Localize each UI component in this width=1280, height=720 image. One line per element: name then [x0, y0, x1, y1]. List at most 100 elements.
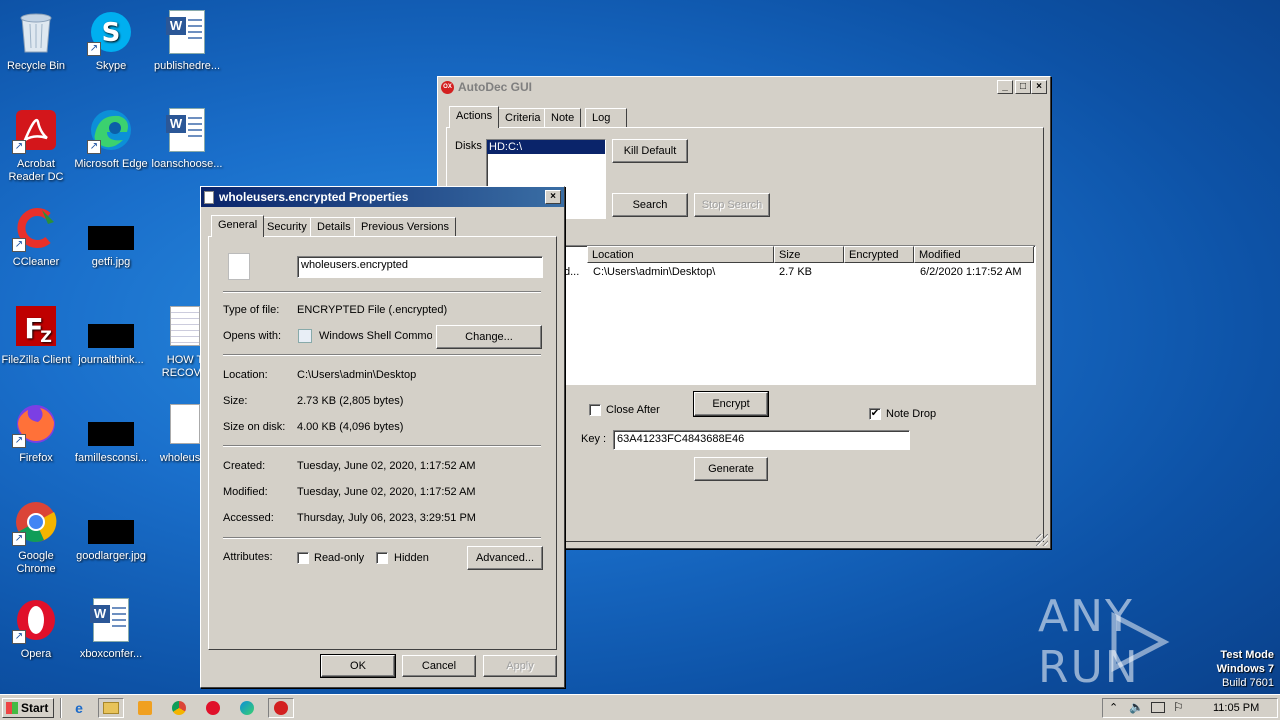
hidden-checkbox[interactable] [376, 552, 388, 564]
media-player-icon[interactable] [132, 698, 158, 718]
location-value: C:\Users\admin\Desktop [297, 369, 417, 381]
desktop-icon-goodlarger[interactable]: goodlarger.jpg [73, 498, 149, 563]
column-header-size[interactable]: Size [774, 246, 844, 263]
image-file-icon [87, 204, 135, 252]
test-mode-text: Test Mode Windows 7 Build 7601 [1217, 648, 1274, 690]
created-value: Tuesday, June 02, 2020, 1:17:52 AM [297, 460, 476, 472]
system-tray: ⌃ 🔈 ⚐ 11:05 PM [1102, 698, 1278, 718]
desktop-icon-famillesconsi[interactable]: famillesconsi... [73, 400, 149, 465]
desktop-icon-label: Microsoft Edge [74, 158, 148, 170]
separator [223, 354, 541, 356]
column-header-location[interactable]: Location [587, 246, 774, 263]
flag-icon[interactable]: ⚐ [1173, 700, 1184, 714]
tray-expand-icon[interactable]: ⌃ [1109, 701, 1118, 714]
tab-criteria[interactable]: Criteria [498, 108, 548, 128]
skype-icon: S ↗ [87, 8, 135, 56]
close-button[interactable]: × [1031, 80, 1047, 94]
start-button[interactable]: Start [2, 698, 54, 718]
tab-security[interactable]: Security [260, 217, 314, 237]
window-title: AutoDec GUI [458, 80, 533, 94]
desktop-icon-acrobat[interactable]: ↗ Acrobat Reader DC [0, 106, 74, 184]
ie-icon[interactable]: e [66, 698, 92, 718]
desktop-icon-loanschoose[interactable]: W loanschoose... [149, 106, 225, 171]
network-icon[interactable] [1151, 702, 1165, 713]
minimize-button[interactable]: _ [997, 80, 1013, 94]
explorer-icon[interactable] [98, 698, 124, 718]
maximize-button[interactable]: □ [1015, 80, 1031, 94]
note-drop-checkbox[interactable]: ✔ [869, 408, 881, 420]
disk-item[interactable]: HD:C:\ [487, 140, 605, 154]
desktop-icon-edge[interactable]: ↗ Microsoft Edge [73, 106, 149, 171]
tab-log[interactable]: Log [585, 108, 627, 128]
desktop-icon-xboxconfer[interactable]: W xboxconfer... [73, 596, 149, 661]
desktop-icon-chrome[interactable]: ↗ Google Chrome [0, 498, 74, 576]
desktop-icon-label: Recycle Bin [6, 60, 66, 72]
desktop-icon-opera[interactable]: ↗ Opera [0, 596, 74, 661]
desktop-icon-getfi[interactable]: getfi.jpg [73, 204, 149, 269]
close-after-checkbox[interactable] [589, 404, 601, 416]
properties-dialog[interactable]: wholeusers.encrypted Properties × Genera… [200, 186, 565, 688]
volume-icon[interactable]: 🔈 [1129, 700, 1144, 714]
chrome-taskbar-icon[interactable] [166, 698, 192, 718]
resize-grip-icon[interactable] [1036, 534, 1048, 546]
desktop-icon-filezilla[interactable]: FZ FileZilla Client [0, 302, 74, 367]
column-header-encrypted[interactable]: Encrypted [844, 246, 914, 263]
app-icon: OX [441, 80, 454, 94]
ccleaner-icon: ↗ [12, 204, 60, 252]
type-value: ENCRYPTED File (.encrypted) [297, 304, 448, 316]
filezilla-icon: FZ [12, 302, 60, 350]
accessed-label: Accessed: [223, 512, 274, 524]
desktop-icon-label: Acrobat Reader DC [8, 158, 64, 183]
size-on-disk-label: Size on disk: [223, 421, 286, 433]
taskbar-divider [60, 698, 62, 718]
desktop-icon-recycle-bin[interactable]: Recycle Bin [0, 8, 74, 73]
change-button[interactable]: Change... [436, 325, 542, 349]
kill-default-button[interactable]: Kill Default [612, 139, 688, 163]
test-mode-line: Windows 7 [1216, 663, 1274, 675]
shortcut-arrow-icon: ↗ [12, 140, 26, 154]
apply-button[interactable]: Apply [483, 655, 557, 677]
desktop-icon-firefox[interactable]: ↗ Firefox [0, 400, 74, 465]
readonly-checkbox[interactable] [297, 552, 309, 564]
tab-actions[interactable]: Actions [449, 106, 500, 128]
desktop-icon-label: goodlarger.jpg [76, 550, 146, 562]
shortcut-arrow-icon: ↗ [12, 238, 26, 252]
taskbar: Start e ⌃ 🔈 ⚐ 11:05 PM [0, 694, 1280, 720]
stop-search-button[interactable]: Stop Search [694, 193, 770, 217]
cancel-button[interactable]: Cancel [402, 655, 476, 677]
general-panel [208, 236, 557, 650]
clock[interactable]: 11:05 PM [1213, 702, 1259, 714]
desktop-icon-label: famillesconsi... [74, 452, 148, 464]
column-header-modified[interactable]: Modified [914, 246, 1034, 263]
tab-details[interactable]: Details [310, 217, 358, 237]
close-button[interactable]: × [545, 190, 561, 204]
encrypt-button[interactable]: Encrypt [693, 391, 769, 417]
desktop-icon-publishedre[interactable]: W publishedre... [149, 8, 225, 73]
tab-previous-versions[interactable]: Previous Versions [354, 217, 457, 237]
properties-titlebar[interactable]: wholeusers.encrypted Properties × [201, 187, 564, 207]
separator [223, 291, 541, 293]
size-value: 2.73 KB (2,805 bytes) [297, 395, 404, 407]
desktop-icon-skype[interactable]: S ↗ Skype [73, 8, 149, 73]
close-after-label: Close After [606, 404, 660, 416]
filename-input[interactable]: wholeusers.encrypted [297, 256, 543, 278]
word-document-icon: W [163, 106, 211, 154]
search-button[interactable]: Search [612, 193, 688, 217]
desktop-icon-label: FileZilla Client [1, 354, 71, 366]
ok-button[interactable]: OK [320, 654, 396, 678]
key-label: Key : [581, 433, 607, 445]
accessed-value: Thursday, July 06, 2023, 3:29:51 PM [297, 512, 476, 524]
autodec-taskbar-icon[interactable] [268, 698, 294, 718]
desktop-icon-label: Firefox [19, 452, 53, 464]
generate-button[interactable]: Generate [694, 457, 768, 481]
tab-general[interactable]: General [211, 215, 265, 237]
edge-taskbar-icon[interactable] [234, 698, 260, 718]
desktop-icon-ccleaner[interactable]: ↗ CCleaner [0, 204, 74, 269]
opera-taskbar-icon[interactable] [200, 698, 226, 718]
key-input[interactable]: 63A41233FC4843688E46 [613, 430, 910, 450]
autodec-titlebar[interactable]: OX AutoDec GUI _ □ × [438, 77, 1050, 97]
advanced-button[interactable]: Advanced... [467, 546, 543, 570]
desktop-icon-label: getfi.jpg [91, 256, 131, 268]
tab-note[interactable]: Note [544, 108, 582, 128]
desktop-icon-journalthink[interactable]: journalthink... [73, 302, 149, 367]
